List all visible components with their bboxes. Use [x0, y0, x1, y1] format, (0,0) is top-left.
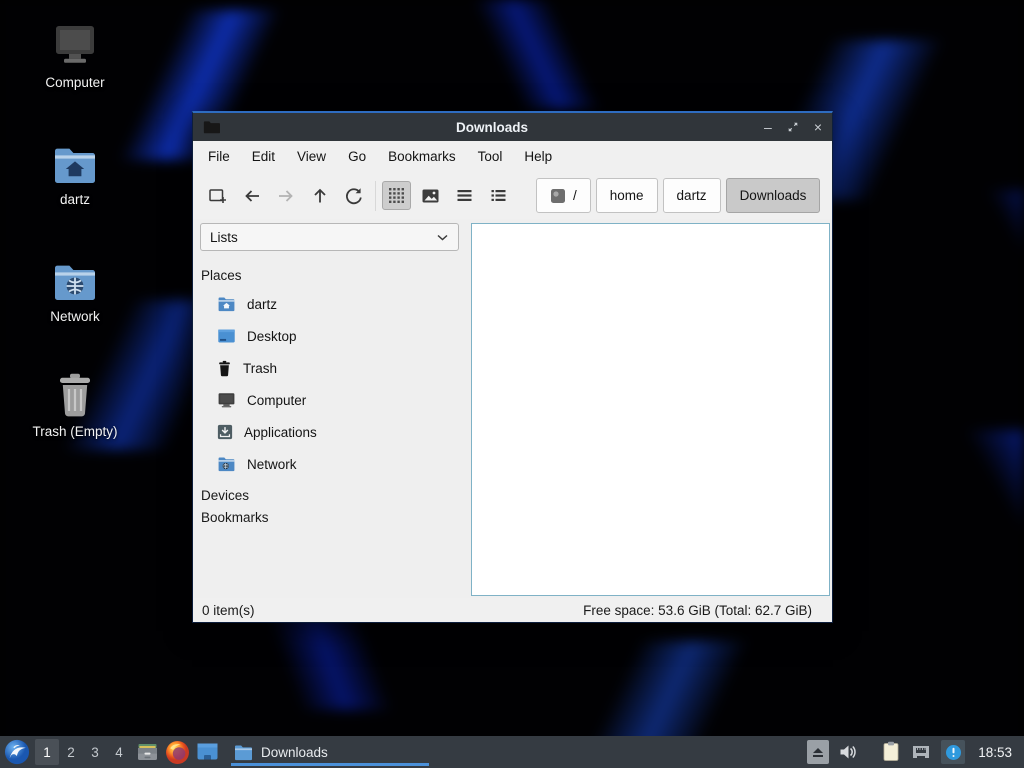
desktop-icon-label: dartz [59, 192, 90, 207]
menu-help[interactable]: Help [513, 141, 563, 172]
desktop-icon-network[interactable]: Network [20, 256, 130, 324]
active-task-indicator [231, 763, 429, 766]
menu-edit[interactable]: Edit [241, 141, 286, 172]
window-title: Downloads [456, 119, 529, 135]
file-manager-window: Downloads – × File Edit View Go Bookmark… [192, 111, 833, 623]
volume-icon[interactable] [838, 743, 858, 761]
menu-tool[interactable]: Tool [467, 141, 514, 172]
path-downloads-button[interactable]: Downloads [725, 178, 821, 213]
back-button[interactable] [237, 181, 266, 210]
workspace-button-2[interactable]: 2 [59, 739, 83, 765]
clipboard-icon[interactable] [881, 741, 901, 763]
window-folder-icon [203, 120, 220, 134]
sidebar-section-places: Places [201, 267, 242, 283]
folder-home-icon [217, 296, 236, 312]
firefox-launcher-icon[interactable] [163, 738, 191, 766]
path-dartz-button[interactable]: dartz [662, 178, 721, 213]
path-root-button[interactable]: / [536, 178, 591, 213]
desktop-viewer-launcher-icon[interactable] [193, 738, 221, 766]
taskbar-clock[interactable]: 18:53 [978, 745, 1012, 760]
applications-icon [217, 424, 233, 440]
trash-icon [54, 371, 96, 417]
new-tab-button[interactable] [203, 181, 232, 210]
toolbar-separator [375, 180, 376, 211]
sidebar-item-desktop[interactable]: Desktop [200, 320, 459, 352]
disk-icon [550, 188, 566, 204]
sidebar-item-network[interactable]: Network [200, 448, 459, 480]
folder-icon [233, 744, 254, 761]
task-button-downloads[interactable]: Downloads [231, 736, 429, 768]
path-breadcrumb: / home dartz Downloads [536, 178, 821, 213]
lxqt-logo-icon [4, 739, 30, 765]
compact-view-button[interactable] [450, 181, 479, 210]
path-segment-label: / [573, 188, 577, 203]
sidebar-item-label: Computer [247, 392, 307, 408]
sidebar-item-label: dartz [247, 296, 278, 312]
menu-file[interactable]: File [197, 141, 241, 172]
sidebar: Lists Places dartz Desktop Trash Compute… [193, 219, 465, 598]
sidebar-view-selector-value: Lists [210, 229, 238, 245]
desktop-icon-label: Computer [45, 75, 105, 90]
sidebar-item-label: Network [247, 456, 297, 472]
close-button[interactable]: × [814, 120, 822, 134]
maximize-button[interactable] [787, 121, 799, 133]
folder-network-icon [217, 456, 236, 472]
statusbar: 0 item(s) Free space: 53.6 GiB (Total: 6… [193, 598, 832, 622]
computer-icon [217, 392, 236, 408]
window-titlebar[interactable]: Downloads – × [193, 113, 832, 141]
sidebar-section-bookmarks: Bookmarks [201, 509, 269, 525]
sidebar-view-selector[interactable]: Lists [200, 223, 459, 251]
desktop-icon-dartz[interactable]: dartz [20, 139, 130, 207]
file-manager-launcher-icon[interactable] [133, 738, 161, 766]
network-icon[interactable] [910, 742, 932, 762]
trash-icon [217, 360, 232, 377]
up-button[interactable] [305, 181, 334, 210]
folder-network-icon [51, 256, 99, 302]
folder-home-icon [51, 139, 99, 185]
sidebar-item-label: Trash [243, 360, 278, 376]
path-home-button[interactable]: home [595, 178, 658, 213]
desktop-icon-label: Network [50, 309, 100, 324]
menu-go[interactable]: Go [337, 141, 377, 172]
removable-media-icon[interactable] [807, 740, 830, 764]
chevron-down-icon [436, 233, 449, 242]
workspace-button-4[interactable]: 4 [107, 739, 131, 765]
detailed-list-view-button[interactable] [484, 181, 513, 210]
desktop-icon-trash[interactable]: Trash (Empty) [20, 371, 130, 439]
icon-view-button[interactable] [382, 181, 411, 210]
menubar: File Edit View Go Bookmarks Tool Help [193, 141, 832, 172]
file-list-pane[interactable] [471, 223, 830, 596]
notification-icon[interactable] [941, 740, 966, 764]
computer-icon [51, 22, 99, 68]
free-space-text: Free space: 53.6 GiB (Total: 62.7 GiB) [583, 602, 812, 618]
path-segment-label: home [609, 188, 644, 203]
workspace-button-1[interactable]: 1 [35, 739, 59, 765]
window-main-area: Lists Places dartz Desktop Trash Compute… [193, 219, 832, 598]
thumbnail-view-button[interactable] [416, 181, 445, 210]
desktop-screen: { "colors": { "accent_blue": "#4a90d9", … [0, 0, 1024, 768]
sidebar-item-dartz[interactable]: dartz [200, 288, 459, 320]
toolbar: / home dartz Downloads [193, 172, 832, 219]
sidebar-item-label: Applications [244, 424, 317, 440]
path-segment-label: Downloads [739, 188, 807, 203]
menu-bookmarks[interactable]: Bookmarks [377, 141, 467, 172]
refresh-button[interactable] [339, 181, 368, 210]
item-count-text: 0 item(s) [202, 602, 255, 618]
desktop-icon-computer[interactable]: Computer [20, 22, 130, 90]
task-button-label: Downloads [261, 744, 328, 760]
sidebar-item-trash[interactable]: Trash [200, 352, 459, 384]
menu-view[interactable]: View [286, 141, 337, 172]
desktop-icon-label: Trash (Empty) [32, 424, 118, 439]
path-segment-label: dartz [676, 188, 707, 203]
workspace-button-3[interactable]: 3 [83, 739, 107, 765]
forward-button[interactable] [271, 181, 300, 210]
desktop-icon [217, 328, 236, 344]
taskbar: 1 2 3 4 Downloads 18:53 [0, 736, 1024, 768]
sidebar-item-label: Desktop [247, 328, 297, 344]
sidebar-item-computer[interactable]: Computer [200, 384, 459, 416]
minimize-button[interactable]: – [764, 120, 772, 134]
sidebar-item-applications[interactable]: Applications [200, 416, 459, 448]
start-menu-button[interactable] [2, 738, 32, 766]
